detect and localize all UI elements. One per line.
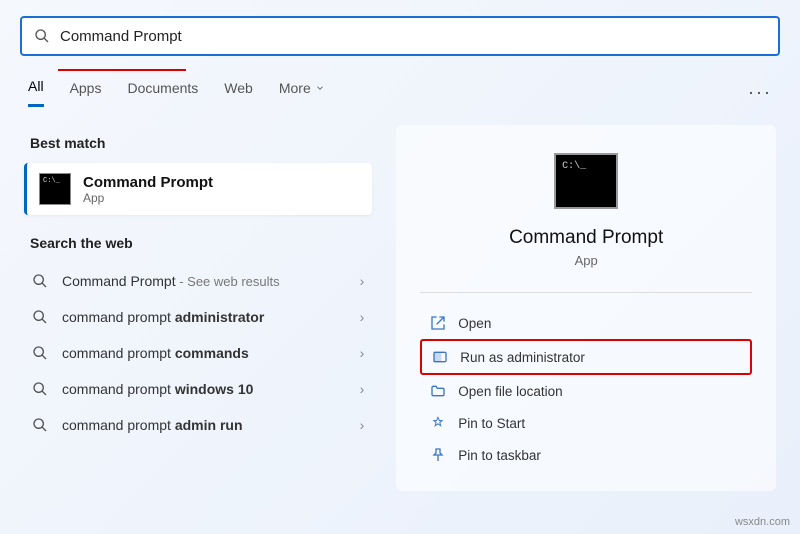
chevron-right-icon: ›: [360, 309, 365, 325]
chevron-right-icon: ›: [360, 381, 365, 397]
pin-icon: [430, 415, 446, 431]
search-icon: [32, 273, 48, 289]
results-area: Best match C:\_ Command Prompt App Searc…: [0, 107, 800, 491]
web-results-list: Command Prompt - See web results › comma…: [24, 263, 372, 443]
search-web-header: Search the web: [30, 235, 366, 251]
details-title: Command Prompt: [420, 227, 752, 249]
open-icon: [430, 315, 446, 331]
action-run-as-administrator[interactable]: Run as administrator: [420, 339, 752, 375]
best-match-subtitle: App: [83, 191, 213, 205]
chevron-right-icon: ›: [360, 345, 365, 361]
best-match-item[interactable]: C:\_ Command Prompt App: [24, 163, 372, 215]
command-prompt-icon: C:\_: [39, 173, 71, 205]
shield-icon: [432, 349, 448, 365]
results-left-column: Best match C:\_ Command Prompt App Searc…: [24, 125, 372, 491]
web-result[interactable]: Command Prompt - See web results ›: [24, 263, 372, 299]
search-icon: [32, 381, 48, 397]
search-icon: [32, 309, 48, 325]
action-open[interactable]: Open: [420, 307, 752, 339]
details-pane: C:\_ Command Prompt App Open Run as admi…: [396, 125, 776, 491]
pin-icon: [430, 447, 446, 463]
filter-tabs: All Apps Documents Web More ···: [0, 56, 800, 107]
action-pin-to-start[interactable]: Pin to Start: [420, 407, 752, 439]
tab-all[interactable]: All: [28, 78, 44, 107]
web-result[interactable]: command prompt commands ›: [24, 335, 372, 371]
search-bar[interactable]: [20, 16, 780, 56]
tab-more[interactable]: More: [279, 80, 325, 106]
annotation-underline: [58, 69, 186, 71]
chevron-right-icon: ›: [360, 273, 365, 289]
details-subtitle: App: [420, 253, 752, 268]
web-result[interactable]: command prompt windows 10 ›: [24, 371, 372, 407]
search-input[interactable]: [60, 28, 766, 45]
web-result[interactable]: command prompt administrator ›: [24, 299, 372, 335]
chevron-down-icon: [315, 83, 325, 93]
action-open-file-location[interactable]: Open file location: [420, 375, 752, 407]
more-options-button[interactable]: ···: [748, 82, 772, 103]
divider: [420, 292, 752, 293]
command-prompt-icon: C:\_: [554, 153, 618, 209]
chevron-right-icon: ›: [360, 417, 365, 433]
folder-icon: [430, 383, 446, 399]
web-result[interactable]: command prompt admin run ›: [24, 407, 372, 443]
search-icon: [34, 28, 50, 44]
tab-apps[interactable]: Apps: [70, 80, 102, 106]
tab-web[interactable]: Web: [224, 80, 253, 106]
action-list: Open Run as administrator Open file loca…: [420, 307, 752, 471]
best-match-header: Best match: [30, 135, 366, 151]
search-icon: [32, 345, 48, 361]
best-match-title: Command Prompt: [83, 174, 213, 191]
tab-documents[interactable]: Documents: [127, 80, 198, 106]
action-pin-to-taskbar[interactable]: Pin to taskbar: [420, 439, 752, 471]
search-icon: [32, 417, 48, 433]
